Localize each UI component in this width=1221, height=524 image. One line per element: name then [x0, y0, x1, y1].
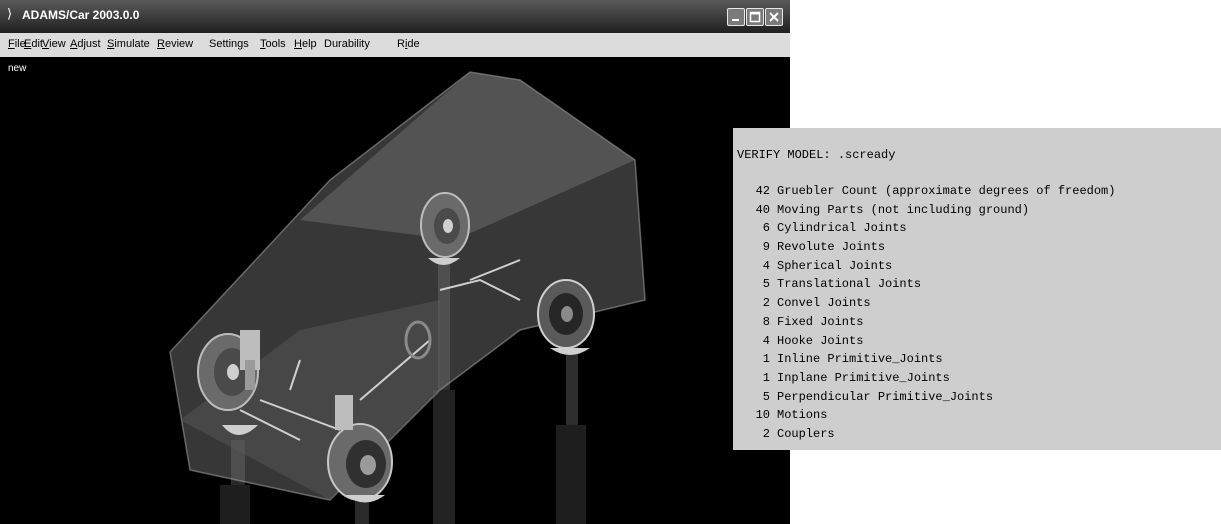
menu-item-durability[interactable]: Durability — [324, 38, 370, 50]
verify-count: 5 — [762, 277, 770, 292]
verify-label: Fixed Joints — [777, 314, 864, 329]
verify-row: 2 Convel Joints — [733, 294, 1115, 313]
verify-row: 1 Inplane Primitive_Joints — [733, 369, 1115, 388]
menu-item-ride[interactable]: Ride — [397, 38, 420, 50]
verify-title: VERIFY MODEL: .scready — [737, 148, 896, 162]
verify-label: Hooke Joints — [777, 333, 864, 348]
verify-row: 10 Motions — [733, 406, 1115, 425]
verify-label: Gruebler Count (approximate degrees of f… — [777, 184, 1116, 198]
verify-model-output: VERIFY MODEL: .scready 42 Gruebler Count … — [733, 128, 1221, 450]
verify-label: Cylindrical Joints — [777, 221, 907, 236]
verify-count: 1 — [762, 370, 770, 385]
verify-row: 1 Inline Primitive_Joints — [733, 350, 1115, 369]
graphics-viewport[interactable] — [0, 57, 790, 524]
menu-bar: File Edit View Adjust Simulate Review Settings… — [0, 33, 790, 57]
verify-label: Motions — [777, 408, 828, 423]
verify-count: 2 — [762, 296, 770, 311]
window-title: ADAMS/Car 2003.0.0 — [22, 8, 140, 22]
verify-row: 9 Revolute Joints — [733, 238, 1115, 257]
adams-car-window: ⟩ ADAMS/Car 2003.0.0 File Edit View Adjust S… — [0, 0, 790, 524]
verify-row: 5 Perpendicular Primitive_Joints — [733, 388, 1115, 407]
menu-item-settings[interactable]: Settings — [209, 38, 249, 50]
post — [556, 425, 586, 524]
view-name-label: new — [8, 63, 27, 74]
verify-count: 4 — [762, 258, 770, 273]
post — [220, 485, 250, 524]
verify-label: Spherical Joints — [777, 258, 893, 273]
menu-item-simulate[interactable]: Simulate — [107, 38, 150, 50]
verify-count: 40 — [755, 202, 770, 217]
verify-count: 42 — [755, 184, 770, 198]
verify-count: 6 — [762, 221, 770, 236]
shock — [335, 395, 353, 430]
verify-row: 42 Gruebler Count (approximate degrees of… — [733, 182, 1116, 201]
verify-label: Inplane Primitive_Joints — [777, 370, 950, 385]
menu-item-tools[interactable]: Tools — [260, 38, 286, 50]
verify-label: Inline Primitive_Joints — [777, 352, 943, 367]
maximize-icon[interactable] — [746, 8, 764, 26]
verify-label: Revolute Joints — [777, 240, 886, 255]
verify-row: 4 Hooke Joints — [733, 332, 1115, 351]
verify-label: Perpendicular Primitive_Joints — [777, 389, 994, 404]
pad — [345, 495, 385, 503]
verify-count: 5 — [762, 389, 770, 404]
verify-row: 40 Moving Parts (not including ground) — [733, 201, 1115, 220]
menu-item-view[interactable]: View — [42, 38, 66, 50]
verify-row: 5 Translational Joints — [733, 275, 1115, 294]
verify-label: Convel Joints — [777, 296, 871, 311]
verify-label: Couplers — [777, 426, 835, 441]
verify-row: 6 Cylindrical Joints — [733, 219, 1115, 238]
verify-row: 4 Spherical Joints — [733, 257, 1115, 276]
verify-count: 8 — [762, 314, 770, 329]
post — [433, 390, 455, 524]
verify-count: 1 — [762, 352, 770, 367]
verify-count: 9 — [762, 240, 770, 255]
verify-list: 42 Gruebler Count (approximate degrees of… — [733, 182, 1116, 444]
verify-row: 8 Fixed Joints — [733, 313, 1115, 332]
verify-count: 4 — [762, 333, 770, 348]
verify-count: 10 — [755, 408, 770, 423]
title-bar[interactable]: ⟩ ADAMS/Car 2003.0.0 — [0, 0, 790, 33]
verify-row: 2 Couplers — [733, 425, 1115, 444]
menu-item-edit[interactable]: Edit — [24, 38, 43, 50]
app-icon: ⟩ — [7, 7, 13, 22]
menu-item-adjust[interactable]: Adjust — [70, 38, 101, 50]
verify-label: Translational Joints — [777, 277, 922, 292]
minimize-icon[interactable] — [727, 8, 745, 26]
close-icon[interactable] — [765, 8, 783, 26]
pad — [550, 348, 590, 355]
verify-label: Moving Parts (not including ground) — [777, 202, 1030, 217]
menu-item-review[interactable]: Review — [157, 38, 193, 50]
verify-count: 2 — [762, 426, 770, 441]
vehicle-model-render — [169, 71, 646, 524]
menu-item-help[interactable]: Help — [294, 38, 317, 50]
